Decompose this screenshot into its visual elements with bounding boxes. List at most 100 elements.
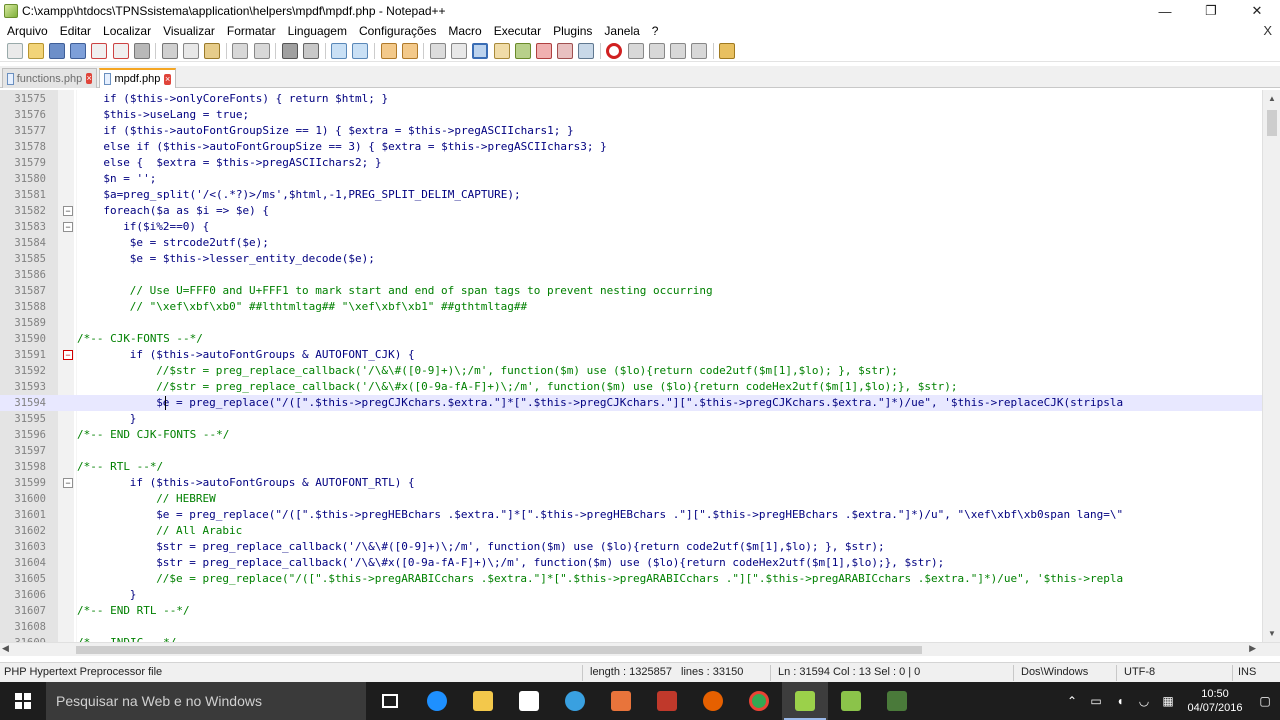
- code-line[interactable]: 31593 //$str = preg_replace_callback('/\&…: [0, 379, 1262, 395]
- menu-janela[interactable]: Janela: [597, 24, 644, 38]
- open-file-icon[interactable]: [27, 42, 44, 59]
- menu-macro[interactable]: Macro: [441, 24, 486, 38]
- code-line[interactable]: 31595}: [0, 411, 1262, 427]
- menu-executar[interactable]: Executar: [487, 24, 546, 38]
- fold-toggle-icon[interactable]: −: [63, 206, 73, 216]
- minimize-button[interactable]: —: [1142, 0, 1188, 22]
- code-line[interactable]: 31584 $e = strcode2utf($e);: [0, 235, 1262, 251]
- save-macro-icon[interactable]: [691, 42, 708, 59]
- plugin-icon[interactable]: [719, 42, 736, 59]
- code-line[interactable]: 31597: [0, 443, 1262, 459]
- code-line[interactable]: 31607 /*-- END RTL --*/: [0, 603, 1262, 619]
- code-line[interactable]: 31594 $e = preg_replace("/([".$this->preg…: [0, 395, 1262, 411]
- network-icon[interactable]: ◡: [1132, 694, 1156, 708]
- code-line[interactable]: 31575 if ($this->onlyCoreFonts) { return …: [0, 91, 1262, 107]
- taskbar-app-orange[interactable]: [598, 682, 644, 720]
- taskbar-edge[interactable]: [414, 682, 460, 720]
- code-line[interactable]: 31592 //$str = preg_replace_callback('/\&…: [0, 363, 1262, 379]
- horizontal-scroll-thumb[interactable]: [76, 646, 922, 654]
- chevron-up-icon[interactable]: ⌃: [1060, 694, 1084, 708]
- record-macro-icon[interactable]: [606, 42, 623, 59]
- code-line[interactable]: 31596 /*-- END CJK-FONTS --*/: [0, 427, 1262, 443]
- horizontal-scrollbar[interactable]: ◀ ▶: [0, 642, 1280, 656]
- run-macro-multiple-icon[interactable]: [670, 42, 687, 59]
- code-line[interactable]: 31582 − foreach($a as $i => $e) {: [0, 203, 1262, 219]
- code-line[interactable]: 31579 else { $extra = $this->pregASCIIcha…: [0, 155, 1262, 171]
- tab-close-icon[interactable]: ×: [164, 73, 171, 85]
- close-file-icon[interactable]: [91, 42, 108, 59]
- monitoring-icon[interactable]: [578, 42, 595, 59]
- fold-toggle-icon[interactable]: −: [63, 478, 73, 488]
- code-line[interactable]: 31604 $str = preg_replace_callback('/\&\#…: [0, 555, 1262, 571]
- close-all-icon[interactable]: [112, 42, 129, 59]
- code-line[interactable]: 31588 // "\xef\xbf\xb0" ##lthtmltag## "\x…: [0, 299, 1262, 315]
- scroll-left-icon[interactable]: ◀: [2, 643, 9, 654]
- function-list-icon[interactable]: [535, 42, 552, 59]
- menu-visualizar[interactable]: Visualizar: [156, 24, 220, 38]
- stop-recording-icon[interactable]: [627, 42, 644, 59]
- code-line[interactable]: 31585 $e = $this->lesser_entity_decode($e…: [0, 251, 1262, 267]
- menu-help[interactable]: ?: [645, 24, 664, 38]
- taskbar-app-green[interactable]: [828, 682, 874, 720]
- menu-plugins[interactable]: Plugins: [546, 24, 597, 38]
- code-editor[interactable]: 31575 if ($this->onlyCoreFonts) { return …: [0, 90, 1280, 642]
- fold-toggle-icon[interactable]: −: [63, 222, 73, 232]
- code-line[interactable]: 31609 /*-- INDIC --*/: [0, 635, 1262, 642]
- undo-icon[interactable]: [232, 42, 249, 59]
- paste-icon[interactable]: [204, 42, 221, 59]
- zoom-out-icon[interactable]: [352, 42, 369, 59]
- print-icon[interactable]: [133, 42, 150, 59]
- code-line[interactable]: 31603 $str = preg_replace_callback('/\&\#…: [0, 539, 1262, 555]
- code-line[interactable]: 31598 /*-- RTL --*/: [0, 459, 1262, 475]
- code-line[interactable]: 31577 if ($this->autoFontGroupSize == 1) …: [0, 123, 1262, 139]
- sync-vertical-icon[interactable]: [380, 42, 397, 59]
- scroll-up-icon[interactable]: ▲: [1268, 94, 1276, 103]
- tab-close-icon[interactable]: ×: [86, 73, 92, 84]
- folder-as-workspace-icon[interactable]: [557, 42, 574, 59]
- notifications-icon[interactable]: ▢: [1250, 694, 1280, 708]
- vertical-scroll-thumb[interactable]: [1267, 110, 1277, 136]
- tab-functions-php[interactable]: functions.php ×: [2, 68, 97, 88]
- doc-map-icon[interactable]: [514, 42, 531, 59]
- sync-horizontal-icon[interactable]: [401, 42, 418, 59]
- code-line[interactable]: 31600 // HEBREW: [0, 491, 1262, 507]
- start-button[interactable]: [0, 682, 46, 720]
- scroll-down-icon[interactable]: ▼: [1268, 629, 1276, 638]
- indent-guide-icon[interactable]: [472, 42, 489, 59]
- maximize-button[interactable]: ❐: [1188, 0, 1234, 22]
- taskbar-store[interactable]: [506, 682, 552, 720]
- user-defined-language-icon[interactable]: [493, 42, 510, 59]
- code-line[interactable]: 31605 //$e = preg_replace("/([".$this->pr…: [0, 571, 1262, 587]
- code-line[interactable]: 31602 // All Arabic: [0, 523, 1262, 539]
- taskbar-app-dark[interactable]: [874, 682, 920, 720]
- close-document-button[interactable]: X: [1263, 23, 1272, 38]
- code-line[interactable]: 31583 − if($i%2==0) {: [0, 219, 1262, 235]
- replace-icon[interactable]: [303, 42, 320, 59]
- cut-icon[interactable]: [161, 42, 178, 59]
- code-line[interactable]: 31586: [0, 267, 1262, 283]
- show-all-chars-icon[interactable]: [451, 42, 468, 59]
- playback-macro-icon[interactable]: [648, 42, 665, 59]
- new-file-icon[interactable]: [6, 42, 23, 59]
- code-line[interactable]: 31601 $e = preg_replace("/([".$this->preg…: [0, 507, 1262, 523]
- fold-toggle-icon[interactable]: −: [63, 350, 73, 360]
- code-line[interactable]: 31589: [0, 315, 1262, 331]
- copy-icon[interactable]: [183, 42, 200, 59]
- scroll-right-icon[interactable]: ▶: [1249, 643, 1256, 654]
- vertical-scrollbar[interactable]: ▲ ▼: [1262, 90, 1280, 642]
- code-line[interactable]: 31591 − if ($this->autoFontGroups & AUTOFO…: [0, 347, 1262, 363]
- clock[interactable]: 10:50 04/07/2016: [1180, 687, 1250, 715]
- task-view-button[interactable]: [367, 682, 413, 720]
- taskbar-search-box[interactable]: Pesquisar na Web e no Windows: [46, 682, 366, 720]
- code-line[interactable]: 31580 $n = '';: [0, 171, 1262, 187]
- code-line[interactable]: 31587 // Use U=FFF0 and U+FFF1 to mark st…: [0, 283, 1262, 299]
- code-line[interactable]: 31590 /*-- CJK-FONTS --*/: [0, 331, 1262, 347]
- menu-linguagem[interactable]: Linguagem: [281, 24, 352, 38]
- save-icon[interactable]: [48, 42, 65, 59]
- code-line[interactable]: 31599 − if ($this->autoFontGroups & AUTOFO…: [0, 475, 1262, 491]
- code-line[interactable]: 31578 else if ($this->autoFontGroupSize =…: [0, 139, 1262, 155]
- menu-editar[interactable]: Editar: [53, 24, 96, 38]
- code-line[interactable]: 31608: [0, 619, 1262, 635]
- volume-icon[interactable]: ◖: [1108, 694, 1132, 708]
- save-all-icon[interactable]: [70, 42, 87, 59]
